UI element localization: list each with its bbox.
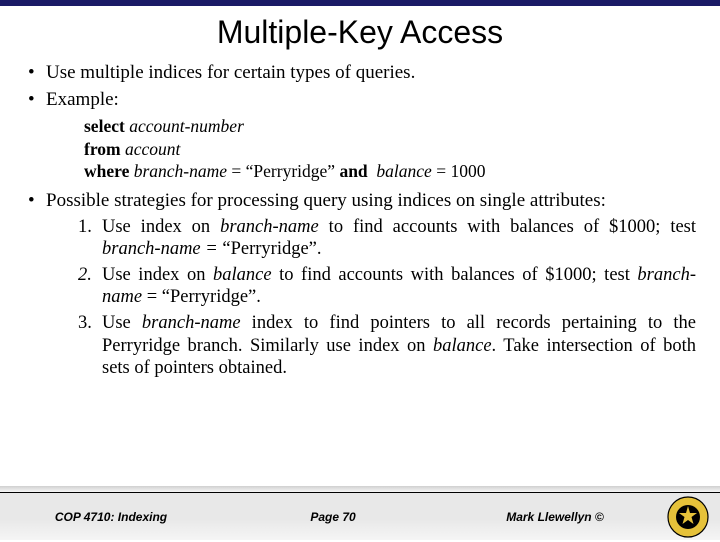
strategy-item: 2. Use index on balance to find accounts… (78, 264, 696, 309)
footer-page: Page 70 (222, 510, 444, 524)
slide-title: Multiple-Key Access (0, 14, 720, 51)
footer: COP 4710: Indexing Page 70 Mark Llewelly… (0, 492, 720, 540)
slide: Multiple-Key Access Use multiple indices… (0, 0, 720, 540)
sql-keyword: and (339, 161, 367, 181)
sql-line: from account (84, 138, 696, 160)
sql-arg: account-number (125, 116, 244, 136)
slide-content: Use multiple indices for certain types o… (0, 61, 720, 540)
bullet-item: Example: (24, 88, 696, 111)
list-number: 3. (78, 312, 92, 335)
list-number: 2. (78, 264, 92, 287)
text: to find accounts with balances of $1000;… (319, 217, 696, 237)
bullet-item: Use multiple indices for certain types o… (24, 61, 696, 84)
term: balance (213, 265, 272, 285)
sql-block: select account-number from account where… (84, 115, 696, 182)
bullet-text: Possible strategies for processing query… (46, 190, 606, 211)
text: Use (102, 313, 142, 333)
text: = “Perryridge”. (142, 287, 261, 307)
strategy-item: 3. Use branch-name index to find pointer… (78, 312, 696, 380)
sql-line: select account-number (84, 115, 696, 137)
sql-line: where branch-name = “Perryridge” and bal… (84, 160, 696, 182)
bullet-list: Possible strategies for processing query… (24, 189, 696, 380)
term: branch-name = (102, 239, 222, 259)
sql-keyword: from (84, 139, 121, 159)
bullet-list: Use multiple indices for certain types o… (24, 61, 696, 111)
text: Use index on (102, 265, 213, 285)
footer-course: COP 4710: Indexing (0, 510, 222, 524)
sql-keyword: where (84, 161, 129, 181)
ucf-logo-icon (666, 495, 710, 539)
list-number: 1. (78, 216, 92, 239)
sql-keyword: select (84, 116, 125, 136)
sql-text: = 1000 (432, 161, 486, 181)
text: to find accounts with balances of $1000;… (272, 265, 638, 285)
footer-author: Mark Llewellyn © (444, 510, 666, 524)
sql-text: = “Perryridge” (227, 161, 339, 181)
text: “Perryridge”. (222, 239, 321, 259)
strategy-list: 1. Use index on branch-name to find acco… (78, 216, 696, 380)
sql-arg: balance (368, 161, 432, 181)
sql-arg: branch-name (129, 161, 227, 181)
bullet-item: Possible strategies for processing query… (24, 189, 696, 380)
strategy-item: 1. Use index on branch-name to find acco… (78, 216, 696, 261)
term: branch-name (220, 217, 319, 237)
term: branch-name (142, 313, 241, 333)
term: balance (433, 336, 492, 356)
text: Use index on (102, 217, 220, 237)
sql-arg: account (121, 139, 181, 159)
